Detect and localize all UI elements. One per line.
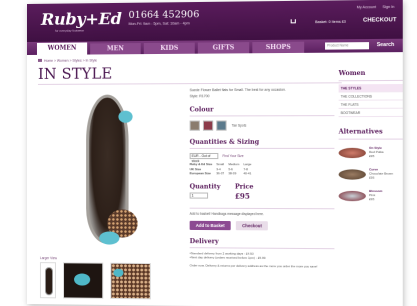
sidebar-item-styles[interactable]: THE STYLES	[338, 84, 403, 93]
alternative-text: Blossom Pink £95	[369, 189, 382, 202]
alternative-price: £95	[369, 153, 375, 158]
quantity-label: Quantity	[189, 182, 221, 191]
sidebar-item-flats[interactable]: THE FLATS	[338, 100, 403, 109]
breadcrumb-text[interactable]: Home > Women > Styles > In Style	[44, 58, 97, 62]
page-title: IN STYLE	[37, 66, 113, 83]
sidebar: Women THE STYLES THE COLLECTIONS THE FLA…	[338, 69, 403, 205]
opening-hours: Mon-Fri: 9am - 5pm, Sat: 10am - 4pm	[128, 21, 190, 26]
nav-tab-gifts[interactable]: GIFTS	[197, 42, 250, 54]
phone-number: 01664 452906	[128, 9, 200, 21]
size-cell: 38-39	[228, 171, 237, 176]
sidebar-item-bootwear[interactable]: BOOTWEAR	[338, 108, 403, 118]
delivery-list: Standard delivery from 2 working days - …	[190, 251, 335, 261]
alternative-image[interactable]	[338, 169, 366, 180]
alternatives-heading: Alternatives	[338, 128, 403, 140]
product-page: Ruby+Ed for everyday footwear 01664 4529…	[27, 0, 403, 306]
colour-swatch-2[interactable]	[202, 120, 214, 131]
product-details: Suede Flower Ballet flats for Small. The…	[189, 87, 335, 269]
main-nav: WOMEN MEN KIDS GIFTS SHOPS Product Name …	[27, 38, 403, 55]
add-to-basket-button[interactable]: Add to Basket	[189, 220, 231, 230]
price-value: £95	[234, 191, 250, 201]
site-header: Ruby+Ed for everyday footwear 01664 4529…	[27, 0, 403, 43]
sidebar-heading: Women	[338, 69, 403, 82]
search-button[interactable]: Search	[377, 42, 395, 49]
size-table: Ruby & Ed Size Small Medium Large UK Siz…	[190, 162, 256, 176]
delivery-note: Order now. Delivery & returns per delive…	[189, 263, 318, 269]
header-checkout-link[interactable]: CHECKOUT	[363, 17, 396, 24]
delivery-heading: Delivery	[189, 237, 335, 249]
site-logo[interactable]: Ruby+Ed	[41, 9, 122, 29]
thumb-shoe	[44, 267, 53, 296]
colour-swatch-3[interactable]	[216, 120, 227, 131]
colour-label: Tan Spots	[231, 123, 247, 128]
alternative-text: Curve Chocolate Brown £95	[369, 168, 393, 181]
size-cell: 40-41	[243, 171, 252, 176]
search-input[interactable]: Product Name	[325, 42, 370, 50]
size-cell: European Size	[189, 171, 211, 176]
sidebar-item-collections[interactable]: THE COLLECTIONS	[338, 92, 403, 101]
alternative-image[interactable]	[338, 190, 366, 202]
style-code: Style: R1700	[189, 94, 210, 99]
size-guide-link[interactable]: Find Your Size	[222, 154, 243, 158]
logo-tagline: for everyday footwear	[54, 28, 84, 33]
nav-tab-men[interactable]: MEN	[90, 43, 141, 55]
thumbnail-strip	[39, 262, 151, 300]
nav-tab-shops[interactable]: SHOPS	[252, 41, 305, 54]
colour-swatches: Tan Spots	[189, 120, 335, 131]
thumb-flower	[74, 273, 91, 286]
larger-view-link[interactable]: Larger View	[40, 256, 57, 260]
list-item: Next day delivery (orders received befor…	[190, 255, 335, 261]
checkout-button[interactable]: Checkout	[235, 220, 269, 230]
table-row: Ruby & Ed Size Small Medium Large	[190, 162, 256, 167]
thumb-flower	[113, 268, 124, 277]
thumbnail-2[interactable]	[63, 262, 104, 299]
quantity-price-row: Quantity 1 Price £95	[189, 182, 335, 201]
thumbnail-3[interactable]	[110, 262, 151, 300]
alternative-item[interactable]: On Style Red Polka £95	[338, 145, 403, 161]
price-block: Price £95	[235, 183, 254, 200]
alternative-text: On Style Red Polka £95	[369, 146, 384, 159]
sign-in-link[interactable]: Sign In	[383, 5, 395, 9]
account-links: My Account Sign In	[351, 5, 395, 10]
colour-heading: Colour	[189, 105, 335, 117]
home-icon[interactable]	[37, 58, 42, 62]
alternative-item[interactable]: Curve Chocolate Brown £95	[338, 166, 403, 183]
price-label: Price	[234, 182, 254, 191]
size-select[interactable]: EUR - Out of stock	[189, 152, 219, 163]
breadcrumb[interactable]: Home > Women > Styles > In Style	[37, 58, 97, 63]
quantity-select[interactable]: 1	[189, 191, 209, 199]
sidebar-menu: THE STYLES THE COLLECTIONS THE FLATS BOO…	[338, 84, 403, 118]
basket-notice: Add to basket! Handbags message displaye…	[189, 207, 335, 216]
colour-swatch-1[interactable]	[189, 120, 200, 131]
flower-ornament	[118, 110, 133, 123]
size-cell: 36-37	[216, 171, 225, 176]
table-row: European Size 36-37 38-39 40-41	[190, 171, 256, 176]
size-row: EUR - Out of stock Find Your Size	[189, 152, 335, 163]
basket-summary[interactable]: Basket: 0 items £0	[315, 20, 346, 24]
product-image[interactable]	[49, 88, 175, 252]
thumbnail-1[interactable]	[39, 262, 56, 299]
basket-icon[interactable]	[290, 19, 296, 24]
my-account-link[interactable]: My Account	[357, 5, 377, 9]
alternative-item[interactable]: Blossom Pink £95	[338, 188, 403, 205]
nav-tab-kids[interactable]: KIDS	[143, 42, 195, 55]
alternative-image[interactable]	[338, 147, 366, 159]
alternative-price: £95	[369, 197, 375, 202]
quantities-sizing-heading: Quantities & Sizing	[189, 138, 335, 149]
nav-tab-women[interactable]: WOMEN	[36, 42, 88, 55]
quantity-block: Quantity 1	[189, 182, 221, 200]
alternative-price: £95	[369, 175, 375, 180]
product-description: Suede Flower Ballet flats for Small. The…	[189, 87, 286, 93]
action-buttons: Add to Basket Checkout	[189, 220, 335, 230]
flower-ornament	[99, 231, 120, 245]
